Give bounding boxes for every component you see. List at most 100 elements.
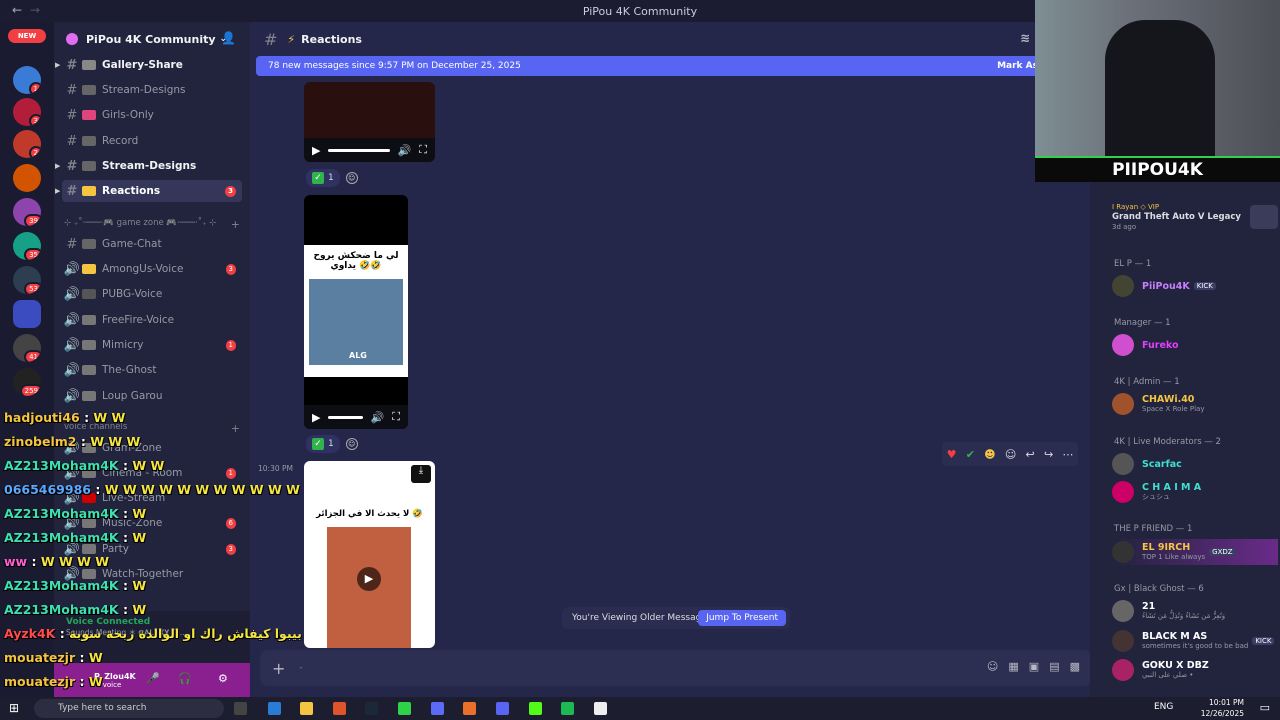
channel-item[interactable]: # Stream-Designs xyxy=(62,79,242,101)
member-item[interactable]: Scarfac xyxy=(1112,451,1278,477)
mark-as-read-button[interactable]: Mark As xyxy=(997,61,1038,71)
server-icon-8[interactable]: 41 xyxy=(13,334,41,362)
activity-card[interactable]: I Rayan ◇ VIP Grand Theft Auto V Legacy … xyxy=(1112,200,1278,234)
channel-item[interactable]: ▶ # Stream-Designs xyxy=(55,155,242,177)
reaction-pill[interactable]: ✓ 1 xyxy=(306,435,340,453)
server-icon-1[interactable]: 1 xyxy=(13,66,41,94)
heart-icon[interactable]: ♥ xyxy=(947,448,957,461)
forward-arrow-icon[interactable]: → xyxy=(30,3,40,17)
more-icon[interactable]: ⋯ xyxy=(1062,448,1073,461)
gear-icon[interactable]: ⚙ xyxy=(218,672,234,688)
add-member-icon[interactable]: 👤 xyxy=(221,31,236,45)
play-icon[interactable]: ▶ xyxy=(312,144,320,157)
folder-icon[interactable] xyxy=(13,300,41,328)
video-attachment[interactable]: ⤓ لا يحدث الا في الجزائر 🤣 ▶ xyxy=(304,461,435,648)
app-icon[interactable] xyxy=(431,702,444,715)
voice-channel-item[interactable]: 🔊 FreeFire-Voice xyxy=(62,309,242,331)
add-attachment-icon[interactable]: + xyxy=(272,659,285,678)
play-icon[interactable]: ▶ xyxy=(357,567,381,591)
server-icon-9[interactable]: 259 xyxy=(13,368,41,396)
kick-icon[interactable] xyxy=(529,702,542,715)
channel-emoji-icon xyxy=(82,289,96,299)
member-item[interactable]: PiiPou4K KICK xyxy=(1112,273,1278,299)
server-icon-6[interactable]: 35 xyxy=(13,232,41,260)
guild-header[interactable]: PiPou 4K Community ⌄ 👤 xyxy=(54,22,250,56)
steam-icon[interactable] xyxy=(365,702,378,715)
language-indicator[interactable]: ENG xyxy=(1154,702,1173,712)
add-channel-icon[interactable]: + xyxy=(231,218,240,231)
channel-item[interactable]: # Girls-Only xyxy=(62,104,242,126)
voice-channel-item[interactable]: 🔊 The-Ghost xyxy=(62,359,242,381)
member-item[interactable]: EL 9IRCH TOP 1 Like always GXDZ xyxy=(1112,539,1278,565)
server-icon-7[interactable]: 53 xyxy=(13,266,41,294)
reaction-pill[interactable]: ✓ 1 xyxy=(306,169,340,187)
channel-item[interactable]: # Record xyxy=(62,130,242,152)
play-icon[interactable]: ▶ xyxy=(312,411,320,424)
task-view-icon[interactable] xyxy=(234,702,247,715)
back-arrow-icon[interactable]: ← xyxy=(12,3,22,17)
taskbar-clock[interactable]: 10:01 PM 12/26/2025 xyxy=(1201,697,1244,719)
reply-icon[interactable]: ↩ xyxy=(1026,448,1035,461)
voice-channel-item[interactable]: 🔊 AmongUs-Voice 3 xyxy=(62,258,242,280)
server-icon-4[interactable] xyxy=(13,164,41,192)
gif-icon[interactable]: ▦ xyxy=(1008,660,1018,673)
brave-icon[interactable] xyxy=(333,702,346,715)
speaker-icon: 🔊 xyxy=(63,388,81,404)
folder-icon[interactable] xyxy=(300,702,313,715)
apps-icon[interactable]: ▩ xyxy=(1070,660,1080,673)
channel-item-reactions[interactable]: ▶ # Reactions 3 xyxy=(55,180,242,202)
volume-icon[interactable]: 🔊 xyxy=(371,411,385,424)
video-progress[interactable] xyxy=(328,415,363,419)
video-progress[interactable] xyxy=(328,148,390,152)
app-icon[interactable] xyxy=(398,702,411,715)
app-icon[interactable] xyxy=(268,702,281,715)
new-badge[interactable]: NEW xyxy=(8,29,46,43)
notification-icon[interactable]: ▭ xyxy=(1260,701,1270,714)
jump-to-present-button[interactable]: Jump To Present xyxy=(698,610,786,626)
fullscreen-icon[interactable]: ⛶ xyxy=(419,143,427,157)
video-attachment[interactable]: ▶ 🔊 ⛶ xyxy=(304,82,435,162)
add-channel-icon[interactable]: + xyxy=(231,422,240,435)
member-item[interactable]: CHAWi.40 Space X Role Play xyxy=(1112,391,1278,417)
channel-name: Mimicry xyxy=(102,339,144,351)
obs-icon[interactable] xyxy=(594,702,607,715)
sticker-icon[interactable]: ▣ xyxy=(1029,660,1039,673)
new-messages-bar[interactable]: 78 new messages since 9:57 PM on Decembe… xyxy=(256,56,1086,76)
app-icon[interactable] xyxy=(561,702,574,715)
message-input[interactable]: - xyxy=(299,663,302,673)
video-attachment[interactable]: لي ما ضحكش يروح يداوي 🤣🤣 ALG ▶ 🔊 ⛶ xyxy=(304,195,408,429)
discord-icon[interactable] xyxy=(496,702,509,715)
check-icon[interactable]: ✔ xyxy=(966,448,975,461)
channel-item[interactable]: # Game-Chat xyxy=(62,233,242,255)
member-item[interactable]: Fureko xyxy=(1112,332,1278,358)
member-item[interactable]: C H A I M A シュシュ xyxy=(1112,479,1278,505)
message-composer[interactable]: + - ☺ ▦ ▣ ▤ ▩ xyxy=(260,650,1092,686)
voice-channel-item[interactable]: 🔊 Loup Garou xyxy=(62,385,242,407)
add-reaction-icon[interactable]: ☺ xyxy=(1005,448,1016,461)
app-icon[interactable] xyxy=(463,702,476,715)
channel-item[interactable]: ▶ # Gallery-Share xyxy=(55,54,242,76)
category-game-zone[interactable]: ⊹ ₊˚‧───‧🎮 game zone 🎮‧───‧˚₊ ⊹ + xyxy=(64,218,244,231)
member-item[interactable]: BLACK M AS sometimes it's good to be bad K… xyxy=(1112,628,1278,654)
server-icon-2[interactable]: 3 xyxy=(13,98,41,126)
deafen-icon[interactable]: 🎧 xyxy=(178,672,194,688)
voice-channel-item[interactable]: 🔊 PUBG-Voice xyxy=(62,283,242,305)
taskbar-search[interactable]: Type here to search xyxy=(34,699,224,718)
add-reaction-icon[interactable]: ☺ xyxy=(345,172,358,184)
server-icon-3[interactable]: 2 xyxy=(13,130,41,158)
windows-start-icon[interactable]: ⊞ xyxy=(9,701,19,715)
volume-icon[interactable]: 🔊 xyxy=(398,144,412,157)
add-reaction-icon[interactable]: ☺ xyxy=(345,438,358,450)
member-item[interactable]: 21 وَتُعِزُّ مَن تَشَاءُ وَتُذِلُّ مَن تَ… xyxy=(1112,598,1278,624)
server-icon-5[interactable]: 39 xyxy=(13,198,41,226)
fullscreen-icon[interactable]: ⛶ xyxy=(392,410,400,424)
voice-channel-item[interactable]: 🔊 Mimicry 1 xyxy=(62,334,242,356)
download-icon[interactable]: ⤓ xyxy=(411,465,431,483)
mute-icon[interactable]: 🎤 xyxy=(146,672,162,688)
forward-icon[interactable]: ↪ xyxy=(1044,448,1053,461)
emoji-icon[interactable]: ☺ xyxy=(987,660,998,673)
laugh-emoji-icon[interactable]: ☻ xyxy=(984,448,995,461)
member-item[interactable]: GOKU X DBZ صلي على النبي • xyxy=(1112,657,1278,683)
image-icon[interactable]: ▤ xyxy=(1049,660,1059,673)
threads-icon[interactable]: ≋ xyxy=(1020,31,1030,45)
